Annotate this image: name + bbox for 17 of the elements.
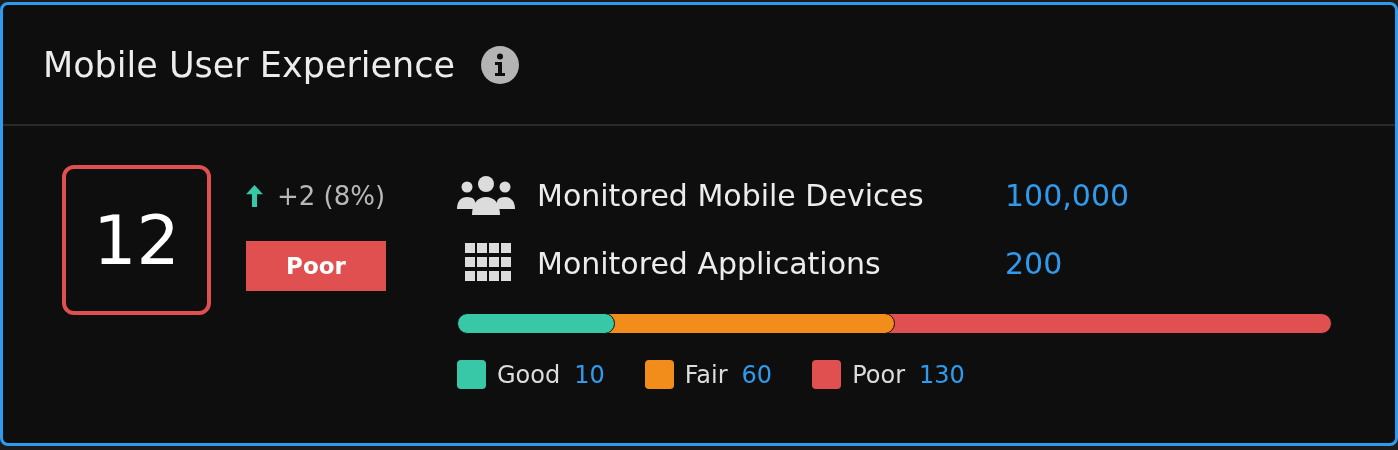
arrow-up-icon	[246, 185, 263, 207]
metric-value: 200	[1005, 245, 1063, 281]
score-box: 12	[62, 165, 211, 315]
card-title: Mobile User Experience	[43, 44, 456, 85]
rating-badge: Poor	[246, 241, 386, 291]
users-icon	[457, 175, 515, 215]
score-change: +2 (8%)	[277, 181, 386, 211]
legend-value: 10	[574, 360, 605, 389]
info-icon[interactable]	[481, 45, 520, 84]
metric-label: Monitored Mobile Devices	[537, 177, 925, 213]
legend-value: 60	[741, 360, 773, 389]
metric-value: 100,000	[1005, 177, 1130, 213]
metric-label: Monitored Applications	[537, 245, 882, 281]
legend-label: Good	[497, 360, 561, 389]
legend-label: Poor	[852, 360, 905, 389]
legend-label: Fair	[684, 360, 728, 389]
legend-value: 130	[919, 360, 965, 389]
